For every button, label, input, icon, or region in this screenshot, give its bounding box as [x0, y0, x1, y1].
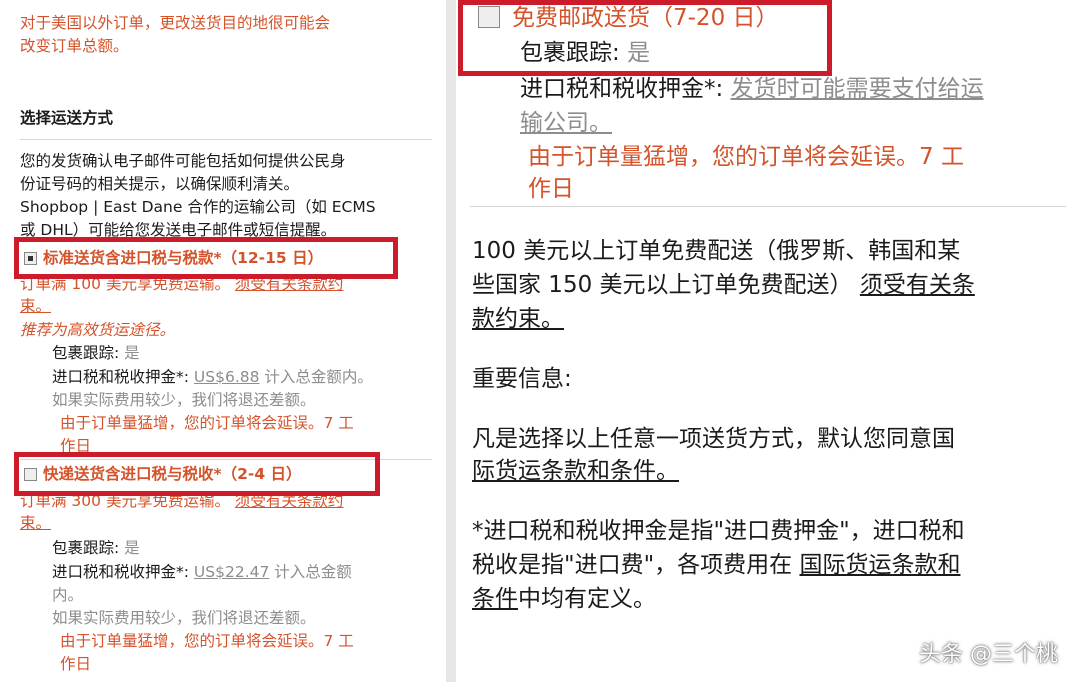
recommend-text: 推荐为高效货运途径。 — [20, 321, 176, 339]
free-shipping-line2: 些国家 150 美元以上订单免费配送） 须受有关条 — [472, 266, 975, 304]
highlight-box-express — [14, 452, 380, 496]
definition-line3: 条件中均有定义。 — [472, 580, 656, 618]
delay-note-line2: 作日 — [528, 176, 574, 202]
description-line1: 您的发货确认电子邮件可能包括如何提供公民身 — [20, 152, 346, 170]
duty-info-link[interactable]: 发货时可能需要支付给运 — [731, 76, 984, 102]
refund-note: 如果实际费用较少，我们将退还差额。 — [52, 609, 316, 627]
tracking-row: 包裹跟踪: 是 — [52, 537, 140, 559]
duty-info-link-cont[interactable]: 输公司。 — [520, 104, 612, 142]
free-shipping-text: 些国家 150 美元以上订单免费配送） — [472, 272, 853, 298]
divider — [470, 206, 1066, 207]
definition-line2: 税收是指"进口费"，各项费用在 国际货运条款和 — [472, 546, 960, 584]
watermark: 头条 @三个桃 — [919, 642, 1058, 667]
terms-conditions-link[interactable]: 际货运条款和条件。 — [472, 452, 679, 490]
duty-suffix-cont: 内。 — [52, 586, 84, 604]
intl-terms-link[interactable]: 国际货运条款和 — [799, 552, 960, 578]
tracking-value: 是 — [124, 344, 140, 362]
duty-amount-link[interactable]: US$22.47 — [194, 563, 269, 581]
delay-note-line1: 由于订单量猛增，您的订单将会延误。7 工 — [60, 632, 354, 650]
important-title: 重要信息: — [472, 366, 572, 392]
duty-suffix: 计入总金额内。 — [264, 368, 373, 386]
terms-link-cont[interactable]: 束。 — [20, 512, 51, 534]
description-line2: 份证号码的相关提示，以确保顺利清关。 — [20, 175, 300, 193]
duty-amount-link[interactable]: US$6.88 — [194, 368, 260, 386]
destination-note-line2: 改变订单总额。 — [20, 37, 129, 55]
duty-label: 进口税和税收押金*: — [52, 368, 189, 386]
agree-text: 凡是选择以上任意一项送货方式，默认您同意国 — [472, 426, 955, 452]
tracking-label: 包裹跟踪: — [52, 539, 120, 557]
terms-link-cont[interactable]: 款约束。 — [472, 300, 564, 338]
refund-note: 如果实际费用较少，我们将退还差额。 — [52, 391, 316, 409]
definition-line1: *进口税和税收押金是指"进口费押金"，进口税和 — [472, 518, 965, 544]
definition-text: 税收是指"进口费"，各项费用在 — [472, 552, 793, 578]
destination-note-line1: 对于美国以外订单，更改送货目的地很可能会 — [20, 14, 331, 32]
section-title: 选择运送方式 — [20, 109, 114, 127]
duty-label: 进口税和税收押金*: — [520, 76, 724, 102]
delay-note-line2: 作日 — [60, 655, 92, 673]
highlight-box-standard — [14, 237, 398, 279]
left-panel: 对于美国以外订单，更改送货目的地很可能会 改变订单总额。 选择运送方式 您的发货… — [0, 0, 446, 682]
duty-suffix: 计入总金额 — [274, 563, 352, 581]
description-line3: Shopbop | East Dane 合作的运输公司（如 ECMS — [20, 198, 376, 216]
duty-row: 进口税和税收押金*: US$6.88 计入总金额内。 — [52, 366, 373, 388]
delay-note-line1: 由于订单量猛增，您的订单将会延误。7 工 — [528, 144, 964, 170]
tracking-label: 包裹跟踪: — [52, 344, 120, 362]
definition-end: 中均有定义。 — [518, 586, 656, 612]
duty-row: 进口税和税收押金*: US$22.47 计入总金额 — [52, 561, 352, 583]
terms-link[interactable]: 须受有关条 — [860, 272, 975, 298]
delay-note-line1: 由于订单量猛增，您的订单将会延误。7 工 — [60, 414, 354, 432]
highlight-box-postal — [458, 0, 832, 76]
tracking-value: 是 — [124, 539, 140, 557]
divider — [20, 139, 432, 140]
terms-link-cont[interactable]: 束。 — [20, 295, 51, 317]
intl-terms-link-cont[interactable]: 条件 — [472, 586, 518, 612]
free-shipping-line1: 100 美元以上订单免费配送（俄罗斯、韩国和某 — [472, 238, 961, 264]
tracking-row: 包裹跟踪: 是 — [52, 342, 140, 364]
duty-label: 进口税和税收押金*: — [52, 563, 189, 581]
right-panel: 免费邮政送货（7-20 日） 包裹跟踪: 是 进口税和税收押金*: 发货时可能需… — [456, 0, 1080, 682]
